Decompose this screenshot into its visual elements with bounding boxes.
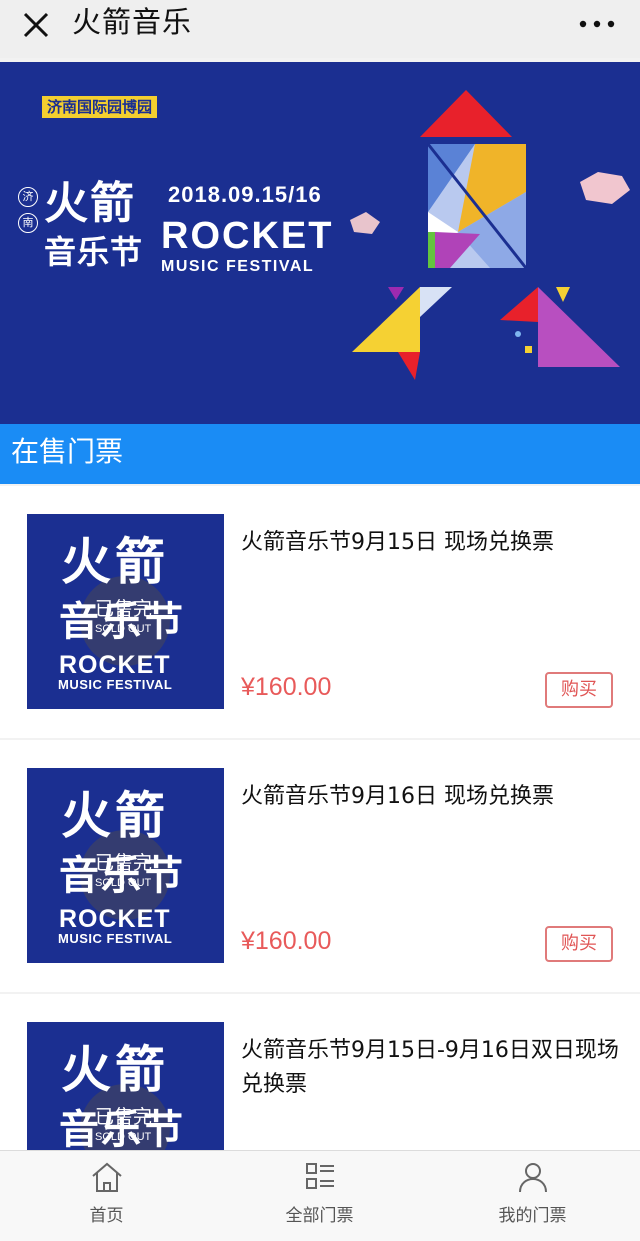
rocket-illustration [350, 90, 630, 380]
ticket-price: ¥160.00 [241, 673, 332, 701]
thumb-en-subtitle: MUSIC FESTIVAL [58, 677, 173, 692]
thumb-en-title: ROCKET [59, 905, 171, 933]
app-root: 火箭音乐 济南国际园博园 济 南 火箭 音乐节 2018.09.15/16 RO… [0, 0, 640, 1241]
ticket-card[interactable]: 火箭 音乐节 已售完 SOLD OUT ROCKET MUSIC FESTIVA… [0, 486, 640, 738]
top-bar: 火箭音乐 [0, 0, 640, 58]
banner-en-title: ROCKET [161, 215, 334, 257]
section-header: 在售门票 [0, 424, 640, 484]
thumb-cn-title-1: 火箭 [61, 1041, 169, 1099]
sold-out-cn: 已售完 [95, 852, 153, 874]
thumb-cn-title-1: 火箭 [61, 787, 169, 845]
tab-my-tickets[interactable]: 我的门票 [426, 1151, 639, 1241]
sold-out-cn: 已售完 [95, 598, 153, 620]
home-icon [91, 1162, 122, 1192]
tab-home[interactable]: 首页 [0, 1151, 213, 1241]
city-badge-2: 南 [18, 213, 38, 233]
event-banner[interactable]: 济南国际园博园 济 南 火箭 音乐节 2018.09.15/16 ROCKET … [0, 62, 640, 424]
city-badge-1: 济 [18, 187, 38, 207]
bottom-tab-bar: 首页 全部门票 我的门票 [0, 1150, 640, 1241]
tab-all-tickets[interactable]: 全部门票 [213, 1151, 426, 1241]
banner-date: 2018.09.15/16 [168, 182, 322, 207]
section-title: 在售门票 [11, 435, 124, 468]
banner-cn-title-2: 音乐节 [44, 233, 144, 271]
sold-out-cn: 已售完 [95, 1106, 153, 1128]
ticket-thumbnail: 火箭 音乐节 已售完 SOLD OUT ROCKET MUSIC FESTIVA… [27, 514, 224, 709]
tab-label: 首页 [89, 1206, 124, 1226]
close-button[interactable] [14, 3, 58, 47]
ticket-name: 火箭音乐节9月16日 现场兑换票 [241, 784, 554, 809]
ticket-thumbnail: 火箭 音乐节 已售完 SOLD OUT ROCKET MUSIC FESTIVA… [27, 768, 224, 963]
thumb-en-title: ROCKET [59, 651, 171, 679]
more-horizontal-icon [579, 20, 615, 28]
sold-out-en: SOLD OUT [95, 1131, 152, 1143]
buy-button[interactable]: 购买 [545, 926, 613, 962]
page-title: 火箭音乐 [72, 5, 193, 39]
venue-tag: 济南国际园博园 [42, 96, 158, 118]
banner-en-subtitle: MUSIC FESTIVAL [161, 258, 315, 275]
tab-label: 我的门票 [498, 1206, 567, 1226]
more-button[interactable] [572, 6, 622, 42]
thumb-en-subtitle: MUSIC FESTIVAL [58, 931, 173, 946]
banner-cn-title-1: 火箭 [44, 178, 136, 229]
sold-out-en: SOLD OUT [95, 623, 152, 635]
thumb-cn-title-1: 火箭 [61, 533, 169, 591]
sold-out-en: SOLD OUT [95, 877, 152, 889]
close-icon [23, 12, 49, 38]
user-icon [518, 1163, 547, 1193]
list-icon [305, 1163, 334, 1189]
tab-label: 全部门票 [285, 1206, 354, 1226]
ticket-name: 火箭音乐节9月15日 现场兑换票 [241, 530, 554, 555]
buy-button[interactable]: 购买 [545, 672, 613, 708]
ticket-card[interactable]: 火箭 音乐节 已售完 SOLD OUT ROCKET MUSIC FESTIVA… [0, 740, 640, 992]
ticket-price: ¥160.00 [241, 927, 332, 955]
ticket-name: 火箭音乐节9月15日-9月16日双日现场兑换票 [241, 1038, 619, 1097]
